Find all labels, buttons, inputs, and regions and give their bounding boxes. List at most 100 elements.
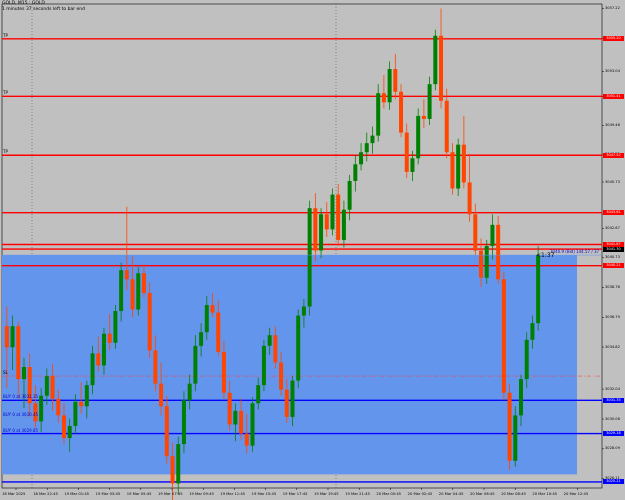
bear-candle (450, 152, 455, 189)
bear-candle (393, 69, 398, 92)
bull-candle (490, 224, 495, 246)
bull-candle (427, 84, 432, 119)
bull-candle (513, 415, 518, 461)
bear-candle (124, 270, 129, 280)
bull-candle (90, 353, 95, 386)
price-flag: 3043.61 (603, 210, 624, 216)
bull-candle (296, 315, 301, 381)
bull-candle (199, 332, 204, 346)
price-flag: 3055.20 (603, 36, 624, 42)
bull-candle (101, 333, 106, 366)
x-tick-label: 20 Mar 02:45 (407, 492, 433, 496)
bear-candle (164, 406, 169, 457)
x-tick-label: 19 Mar 17:45 (282, 492, 308, 496)
bull-candle (330, 194, 335, 230)
x-tick-label: 19 Mar 05:45 (126, 492, 152, 496)
bear-candle (79, 401, 84, 407)
y-tick-label: 3028.09 (605, 446, 620, 451)
price-chart[interactable] (0, 0, 625, 500)
level-label-tp: TP (3, 90, 8, 96)
bear-candle (336, 194, 341, 240)
bull-candle (44, 376, 49, 396)
bull-candle (387, 69, 392, 103)
bear-candle (381, 93, 386, 103)
bear-candle (467, 182, 472, 215)
bear-candle (444, 100, 449, 153)
x-tick-label: 19 Mar 21:45 (345, 492, 370, 496)
x-tick-label: 18 Mar 2025 (2, 492, 26, 496)
bear-candle (273, 335, 278, 363)
bull-candle (290, 380, 295, 417)
bull-candle (484, 246, 489, 278)
bull-candle (410, 158, 415, 172)
bull-candle (176, 444, 181, 484)
bear-candle (324, 214, 329, 230)
x-tick-label: 20 Mar 08:45 (501, 492, 526, 496)
bear-candle (210, 304, 215, 313)
bull-candle (39, 395, 44, 422)
bull-candle (261, 345, 266, 386)
bull-candle (536, 255, 541, 324)
bull-candle (347, 180, 352, 210)
bear-candle (159, 383, 164, 407)
buy-level-label: BUY 0 at 3029.85 (3, 427, 39, 433)
bull-candle (187, 383, 192, 401)
bull-candle (456, 144, 461, 189)
bull-candle (21, 367, 26, 380)
bear-candle (130, 279, 135, 310)
level-label-tp: TP (3, 32, 8, 38)
bear-candle (216, 312, 221, 352)
bull-candle (193, 345, 198, 384)
bar-countdown-timer: <1:37 (536, 252, 555, 260)
bear-candle (107, 333, 112, 343)
bull-candle (119, 270, 124, 312)
bear-candle (56, 398, 61, 416)
x-tick-label: 20 Mar 00:45 (376, 492, 402, 496)
x-tick-label: 19 Mar 03:45 (95, 492, 121, 496)
bull-candle (301, 306, 306, 316)
bull-candle (256, 385, 261, 404)
bear-candle (221, 351, 226, 393)
x-tick-label: 20 Mar 04:45 (438, 492, 464, 496)
bull-candle (136, 273, 141, 310)
bear-candle (50, 376, 55, 399)
price-flag: 3029.18 (603, 431, 624, 437)
bull-candle (319, 214, 324, 251)
bull-candle (370, 135, 375, 144)
y-tick-label: 3030.06 (605, 416, 620, 421)
x-tick-label: 19 Mar 11:45 (220, 492, 246, 496)
bull-candle (416, 115, 421, 159)
bear-candle (227, 392, 232, 425)
bid-label: 3040.9 (Bid) 144.57 / 37 (550, 249, 600, 255)
x-tick-label: 19 Mar 15:45 (251, 492, 277, 496)
y-tick-label: 3038.76 (605, 284, 620, 289)
y-tick-label: 3045.73 (605, 179, 620, 184)
bull-candle (67, 425, 72, 439)
bear-candle (153, 350, 158, 384)
bear-candle (501, 279, 506, 393)
y-tick-label: 3053.04 (605, 68, 620, 73)
bull-candle (181, 400, 186, 445)
bull-candle (267, 335, 272, 346)
bear-candle (496, 224, 501, 280)
bull-candle (204, 304, 209, 333)
bull-candle (364, 143, 369, 153)
bear-candle (284, 389, 289, 417)
bull-candle (519, 379, 524, 416)
level-label-tp: TP (3, 149, 8, 155)
bull-candle (84, 385, 89, 407)
bear-candle (170, 456, 175, 484)
buy-level-label: BUY 0 at 3031.35 (3, 394, 39, 400)
price-flag: 3051.41 (603, 93, 624, 99)
price-flag: 3040.21 (603, 263, 624, 269)
bear-candle (313, 208, 318, 251)
bear-candle (507, 392, 512, 461)
level-label-sl: SL (3, 370, 8, 376)
bull-candle (250, 403, 255, 446)
y-tick-label: 3040.73 (605, 255, 620, 260)
y-tick-label: 3057.22 (605, 5, 620, 10)
x-tick-label: 19 Mar 19:45 (314, 492, 339, 496)
bull-candle (353, 164, 358, 181)
bull-candle (524, 339, 529, 380)
price-flag: 3047.52 (603, 152, 624, 158)
